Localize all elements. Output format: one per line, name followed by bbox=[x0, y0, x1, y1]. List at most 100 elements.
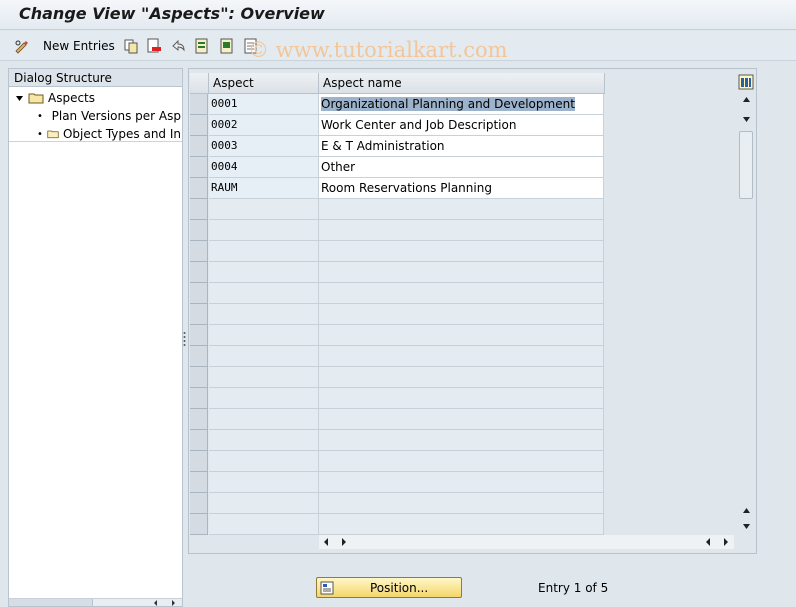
aspect-name-cell bbox=[319, 367, 604, 388]
expand-triangle-icon[interactable] bbox=[15, 94, 24, 103]
scroll-right-icon[interactable] bbox=[169, 599, 177, 607]
aspect-cell[interactable]: RAUM bbox=[209, 178, 319, 199]
scroll-left-icon[interactable] bbox=[322, 538, 330, 546]
dialog-structure-panel: Dialog Structure Aspects • Plan Versions… bbox=[8, 68, 183, 607]
table-row bbox=[190, 346, 604, 367]
aspect-name-cell[interactable]: Room Reservations Planning bbox=[319, 178, 604, 199]
select-all-icon bbox=[195, 38, 208, 54]
aspect-name-cell[interactable]: Other bbox=[319, 157, 604, 178]
scroll-page-down-icon[interactable] bbox=[742, 115, 751, 124]
table-row bbox=[190, 241, 604, 262]
aspect-cell[interactable]: 0001 bbox=[209, 94, 319, 115]
table-row bbox=[190, 283, 604, 304]
column-header-aspect[interactable]: Aspect bbox=[209, 73, 319, 94]
horizontal-scrollbar[interactable] bbox=[319, 535, 734, 549]
aspect-cell[interactable]: 0004 bbox=[209, 157, 319, 178]
row-selector[interactable] bbox=[190, 451, 208, 472]
row-selector[interactable] bbox=[190, 94, 208, 115]
aspect-cell bbox=[209, 304, 319, 325]
aspect-cell[interactable]: 0003 bbox=[209, 136, 319, 157]
row-selector[interactable] bbox=[190, 178, 208, 199]
tree-item-plan-versions[interactable]: • Plan Versions per Asp bbox=[37, 107, 181, 125]
aspect-name-cell[interactable]: E & T Administration bbox=[319, 136, 604, 157]
row-selector[interactable] bbox=[190, 409, 208, 430]
table-row bbox=[190, 220, 604, 241]
row-selector[interactable] bbox=[190, 220, 208, 241]
position-icon bbox=[320, 581, 334, 594]
row-selector[interactable] bbox=[190, 388, 208, 409]
row-selector[interactable] bbox=[190, 157, 208, 178]
aspect-name-cell[interactable]: Organizational Planning and Development bbox=[319, 94, 604, 115]
row-selector[interactable] bbox=[190, 430, 208, 451]
vertical-scrollbar[interactable] bbox=[738, 73, 754, 531]
bullet-icon: • bbox=[37, 128, 43, 140]
row-selector[interactable] bbox=[190, 199, 208, 220]
watermark-text: © www.tutorialkart.com bbox=[248, 38, 508, 62]
aspect-name-cell bbox=[319, 493, 604, 514]
aspect-name-cell bbox=[319, 451, 604, 472]
table-row bbox=[190, 430, 604, 451]
row-selector[interactable] bbox=[190, 514, 208, 535]
aspect-name-cell bbox=[319, 241, 604, 262]
new-entries-button[interactable]: New Entries bbox=[43, 37, 115, 55]
table-row bbox=[190, 262, 604, 283]
aspect-cell bbox=[209, 451, 319, 472]
row-selector[interactable] bbox=[190, 367, 208, 388]
title-bar: Change View "Aspects": Overview bbox=[0, 0, 796, 30]
folder-open-icon bbox=[28, 93, 44, 104]
scroll-left-icon[interactable] bbox=[152, 599, 160, 607]
undo-change-button[interactable] bbox=[170, 37, 186, 55]
aspect-name-cell bbox=[319, 472, 604, 493]
aspect-cell bbox=[209, 409, 319, 430]
row-selector[interactable] bbox=[190, 472, 208, 493]
row-selector[interactable] bbox=[190, 241, 208, 262]
aspect-name-cell bbox=[319, 388, 604, 409]
table-row bbox=[190, 199, 604, 220]
aspect-name-cell bbox=[319, 325, 604, 346]
tree-item-aspects[interactable]: Aspects bbox=[15, 89, 181, 107]
tree-item-label: Aspects bbox=[48, 91, 96, 105]
copy-as-button[interactable] bbox=[123, 37, 139, 55]
aspect-name-text: Other bbox=[321, 160, 356, 174]
aspect-name-cell bbox=[319, 346, 604, 367]
aspect-cell bbox=[209, 283, 319, 304]
row-selector[interactable] bbox=[190, 262, 208, 283]
table-row bbox=[190, 451, 604, 472]
tree-item-label: Object Types and In bbox=[62, 127, 181, 141]
delete-button[interactable] bbox=[146, 37, 162, 55]
aspect-name-cell bbox=[319, 220, 604, 241]
splitter-handle-icon[interactable] bbox=[183, 330, 186, 350]
table-row bbox=[190, 304, 604, 325]
scroll-thumb[interactable] bbox=[9, 599, 93, 606]
aspect-name-cell bbox=[319, 514, 604, 535]
aspect-name-cell[interactable]: Work Center and Job Description bbox=[319, 115, 604, 136]
scroll-right-icon[interactable] bbox=[340, 538, 348, 546]
position-button[interactable]: Position... bbox=[316, 577, 462, 598]
aspect-cell bbox=[209, 325, 319, 346]
scroll-thumb[interactable] bbox=[739, 131, 753, 199]
row-selector[interactable] bbox=[190, 325, 208, 346]
select-block-button[interactable] bbox=[219, 37, 235, 55]
panel-horizontal-scrollbar[interactable] bbox=[9, 598, 182, 606]
row-selector[interactable] bbox=[190, 346, 208, 367]
scroll-right-end-icon[interactable] bbox=[722, 538, 730, 546]
table-control: Aspect Aspect name 0001 Organizational Pl… bbox=[188, 68, 757, 554]
aspect-cell bbox=[209, 199, 319, 220]
row-selector[interactable] bbox=[190, 115, 208, 136]
scroll-page-up-icon[interactable] bbox=[742, 506, 751, 515]
select-all-button[interactable] bbox=[194, 37, 210, 55]
display-change-button[interactable] bbox=[14, 37, 30, 55]
scroll-down-icon[interactable] bbox=[742, 522, 751, 531]
select-all-corner[interactable] bbox=[190, 73, 209, 94]
aspect-cell bbox=[209, 493, 319, 514]
select-block-icon bbox=[220, 38, 233, 54]
row-selector[interactable] bbox=[190, 283, 208, 304]
scroll-up-icon[interactable] bbox=[742, 95, 751, 104]
row-selector[interactable] bbox=[190, 304, 208, 325]
column-header-aspect-name[interactable]: Aspect name bbox=[319, 73, 605, 94]
scroll-left-end-icon[interactable] bbox=[704, 538, 712, 546]
aspect-cell[interactable]: 0002 bbox=[209, 115, 319, 136]
row-selector[interactable] bbox=[190, 136, 208, 157]
footer-area: Position... Entry 1 of 5 bbox=[188, 556, 796, 607]
row-selector[interactable] bbox=[190, 493, 208, 514]
